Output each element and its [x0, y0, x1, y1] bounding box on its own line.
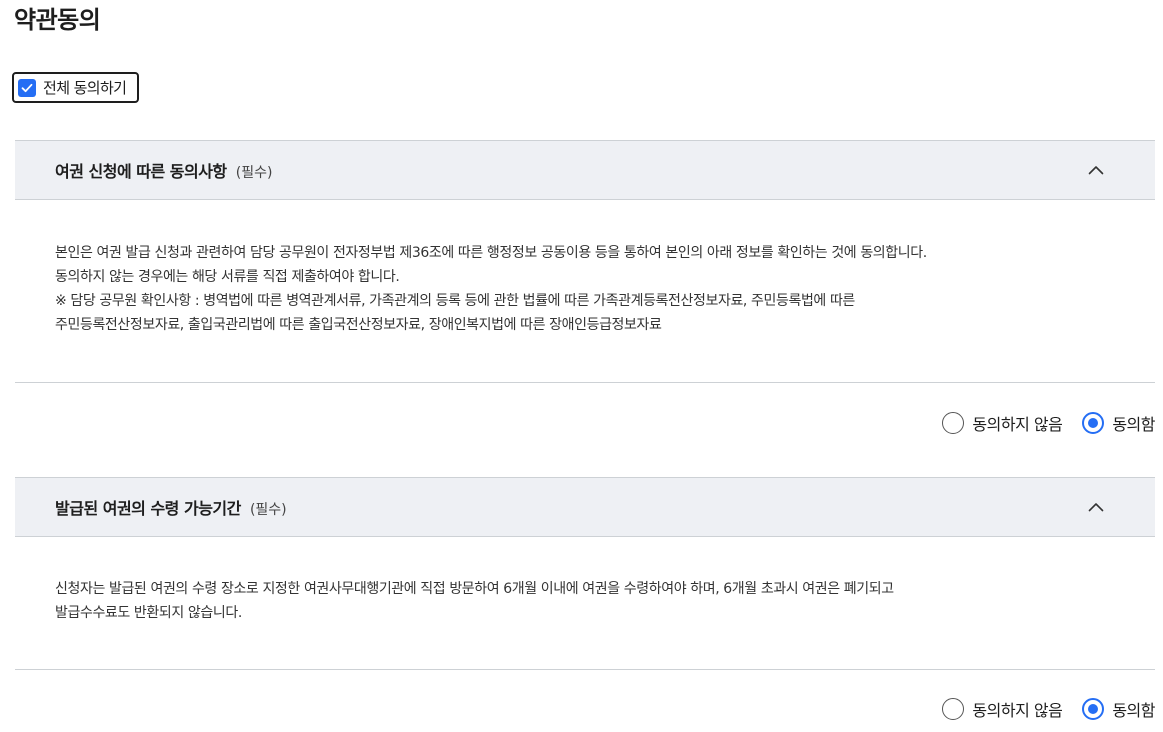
consent-page: 약관동의 전체 동의하기 여권 신청에 따른 동의사항 (필수) 본인은 여권 … — [0, 0, 1163, 732]
terms-text-line: ※ 담당 공무원 확인사항 : 병역법에 따른 병역관계서류, 가족관계의 등록… — [55, 293, 855, 309]
chevron-up-icon[interactable] — [1087, 161, 1105, 179]
section-header[interactable]: 발급된 여권의 수령 가능기간 (필수) — [15, 477, 1155, 537]
radio-circle-unchecked[interactable] — [942, 698, 965, 720]
consent-radio-group: 동의하지 않음 동의함 — [922, 411, 1155, 435]
section-header[interactable]: 여권 신청에 따른 동의사항 (필수) — [15, 140, 1155, 200]
terms-text-line: 동의하지 않는 경우에는 해당 서류를 직접 제출하여야 합니다. — [55, 269, 400, 285]
agree-all-label: 전체 동의하기 — [43, 79, 127, 97]
radio-disagree[interactable]: 동의하지 않음 — [942, 697, 1063, 721]
section-body: 신청자는 발급된 여권의 수령 장소로 지정한 여권사무대행기관에 직접 방문하… — [15, 537, 1155, 670]
section-heading: 여권 신청에 따른 동의사항 (필수) — [55, 158, 272, 182]
terms-text-line: 주민등록전산정보자료, 출입국관리법에 따른 출입국전산정보자료, 장애인복지법… — [55, 317, 662, 333]
page-title: 약관동의 — [14, 6, 101, 34]
radio-label: 동의함 — [1112, 415, 1155, 434]
radio-circle-unchecked[interactable] — [942, 412, 965, 434]
radio-label: 동의하지 않음 — [972, 701, 1063, 720]
section-title: 여권 신청에 따른 동의사항 — [55, 162, 227, 181]
radio-label: 동의함 — [1112, 701, 1155, 720]
required-badge: (필수) — [235, 165, 273, 181]
checkbox-checked[interactable] — [18, 78, 36, 97]
radio-dot — [1088, 418, 1099, 428]
radio-circle-checked[interactable] — [1082, 412, 1105, 434]
check-icon — [21, 83, 33, 92]
section-title: 발급된 여권의 수령 가능기간 — [55, 499, 241, 518]
terms-text-line: 신청자는 발급된 여권의 수령 장소로 지정한 여권사무대행기관에 직접 방문하… — [55, 581, 894, 597]
section-body: 본인은 여권 발급 신청과 관련하여 담당 공무원이 전자정부법 제36조에 따… — [15, 200, 1155, 383]
radio-disagree[interactable]: 동의하지 않음 — [942, 411, 1063, 435]
radio-agree[interactable]: 동의함 — [1082, 697, 1155, 721]
radio-agree[interactable]: 동의함 — [1082, 411, 1155, 435]
section-heading: 발급된 여권의 수령 가능기간 (필수) — [55, 495, 287, 519]
agree-all-checkbox[interactable]: 전체 동의하기 — [12, 72, 139, 103]
radio-label: 동의하지 않음 — [972, 415, 1063, 434]
terms-text-line: 발급수수료도 반환되지 않습니다. — [55, 605, 242, 621]
chevron-up-icon[interactable] — [1087, 498, 1105, 516]
consent-radio-group: 동의하지 않음 동의함 — [922, 697, 1155, 721]
consent-section-pickup-period: 발급된 여권의 수령 가능기간 (필수) 신청자는 발급된 여권의 수령 장소로… — [15, 477, 1155, 670]
radio-dot — [1088, 704, 1099, 714]
required-badge: (필수) — [249, 502, 287, 518]
radio-circle-checked[interactable] — [1082, 698, 1105, 720]
terms-text-line: 본인은 여권 발급 신청과 관련하여 담당 공무원이 전자정부법 제36조에 따… — [55, 245, 927, 261]
consent-section-passport-application: 여권 신청에 따른 동의사항 (필수) 본인은 여권 발급 신청과 관련하여 담… — [15, 140, 1155, 383]
